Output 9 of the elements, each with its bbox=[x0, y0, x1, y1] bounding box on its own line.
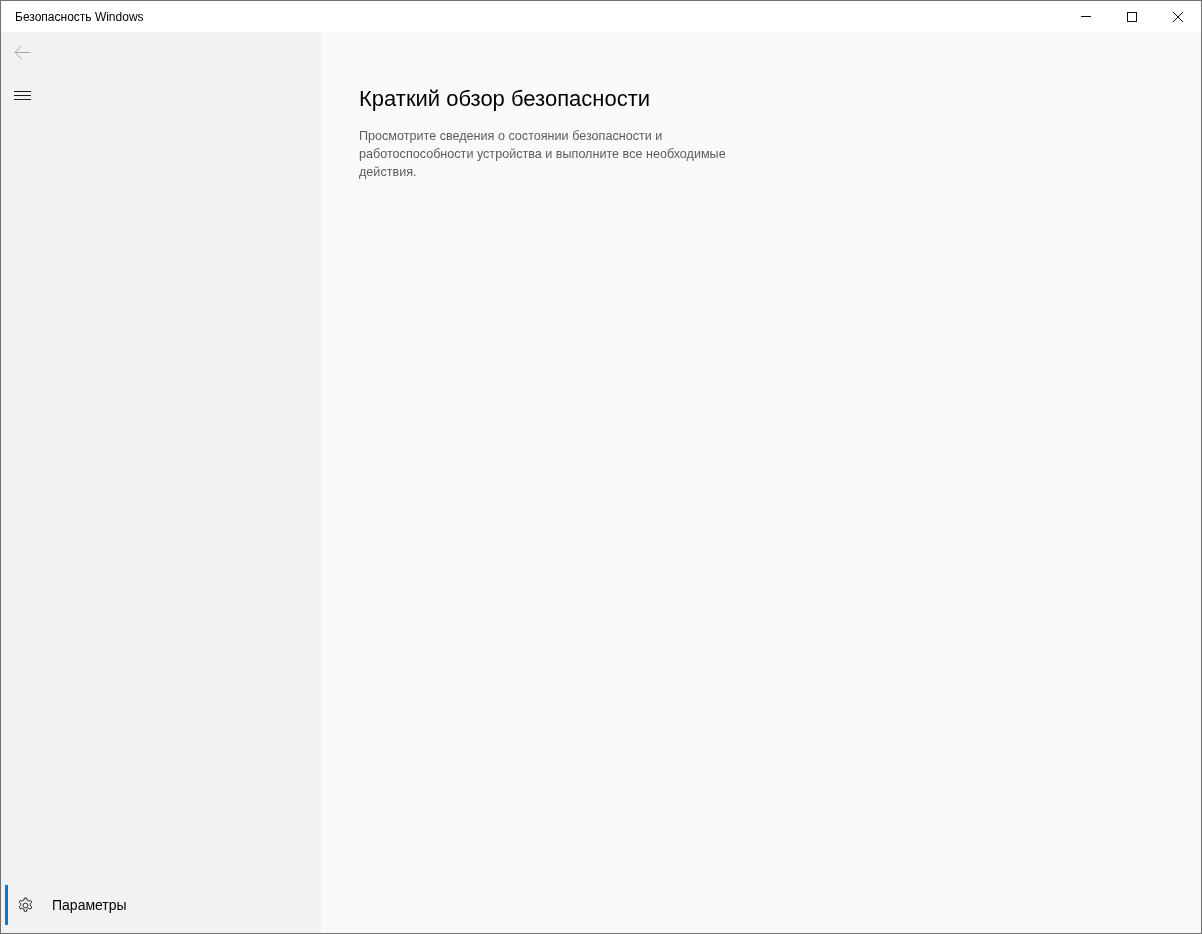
page-description: Просмотрите сведения о состоянии безопасности и работоспособности устройства и выполните все необходимые действия. bbox=[359, 128, 727, 181]
close-icon bbox=[1173, 11, 1183, 22]
menu-icon bbox=[13, 90, 31, 100]
minimize-icon bbox=[1081, 16, 1091, 17]
maximize-icon bbox=[1127, 11, 1137, 22]
back-arrow-icon bbox=[13, 44, 31, 60]
settings-icon bbox=[17, 896, 34, 914]
window-title: Безопасность Windows bbox=[15, 9, 144, 24]
page-heading: Краткий обзор безопасности bbox=[359, 85, 651, 113]
